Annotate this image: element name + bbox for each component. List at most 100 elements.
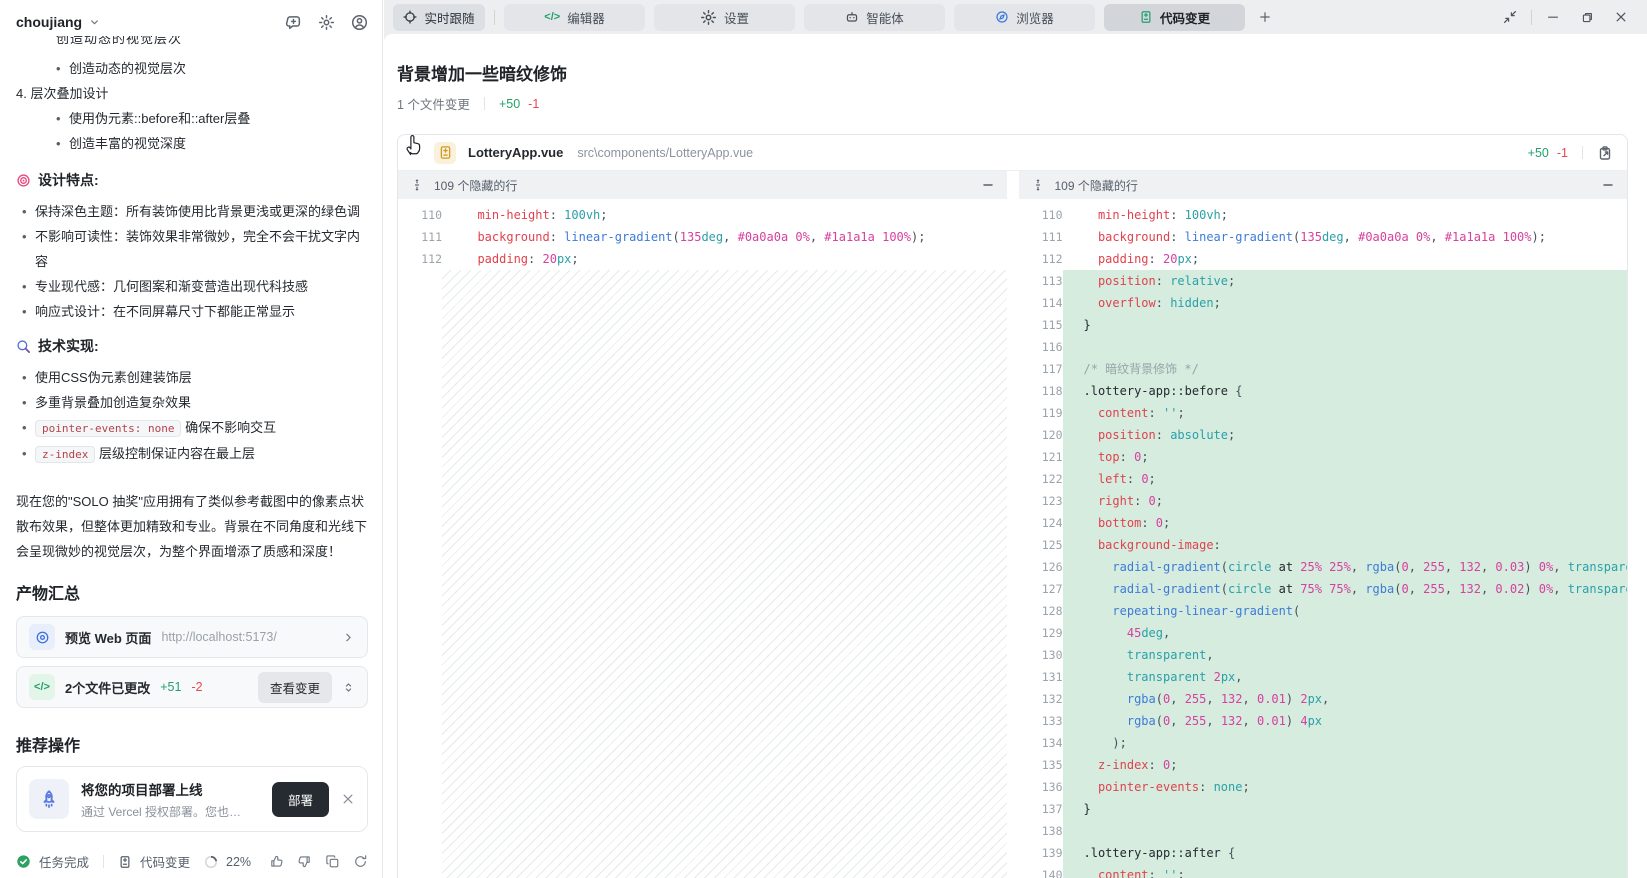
chevron-down-icon[interactable] <box>88 16 101 29</box>
design-bullet: •保持深色主题：所有装饰使用比背景更浅或更深的绿色调 <box>16 199 368 224</box>
code-changes-label[interactable]: 代码变更 <box>140 852 190 871</box>
thumbs-down-icon[interactable] <box>297 854 312 869</box>
outline-item: •创造丰富的视觉深度 <box>16 131 368 156</box>
code-line-123: 123 right: 0; <box>1019 490 1628 512</box>
clipboard-icon[interactable] <box>1597 145 1613 161</box>
files-changed-label: 2个文件已更改 <box>65 678 150 697</box>
gear-icon <box>700 9 717 26</box>
crosshair-icon <box>403 10 417 24</box>
view-changes-button[interactable]: 查看变更 <box>258 672 332 703</box>
code-line-121: 121 top: 0; <box>1019 446 1628 468</box>
line-number: 125 <box>1019 534 1063 556</box>
code-line-120: 120 position: absolute; <box>1019 424 1628 446</box>
deletions-count: -2 <box>191 680 202 694</box>
inline-code: z-index <box>35 446 95 463</box>
rocket-icon <box>29 779 69 819</box>
thumbs-up-icon[interactable] <box>269 854 284 869</box>
additions-count: +51 <box>160 680 181 694</box>
line-number: 111 <box>1019 226 1063 248</box>
collapse-panel-icon[interactable] <box>981 178 995 192</box>
dismiss-deploy-icon[interactable] <box>341 792 355 806</box>
line-number: 139 <box>1019 842 1063 864</box>
code-line-112: 112 padding: 20px; <box>398 248 1007 270</box>
line-number: 137 <box>1019 798 1063 820</box>
tab-编辑器[interactable]: </>编辑器 <box>504 4 645 31</box>
file-diff-card: LotteryApp.vue src\components/LotteryApp… <box>397 134 1628 878</box>
retry-icon[interactable] <box>353 854 368 869</box>
project-title[interactable]: choujiang <box>16 14 82 30</box>
tab-实时跟随[interactable]: 实时跟随 <box>393 4 485 31</box>
line-number: 138 <box>1019 820 1063 842</box>
line-number: 135 <box>1019 754 1063 776</box>
expand-hidden-lines-icon[interactable] <box>1031 178 1045 192</box>
expand-collapse-icon[interactable] <box>342 681 355 694</box>
code-line-132: 132 rgba(0, 255, 132, 0.01) 2px, <box>1019 688 1628 710</box>
code-line-113: 113 position: relative; <box>1019 270 1628 292</box>
tab-设置[interactable]: 设置 <box>654 4 795 31</box>
line-number: 129 <box>1019 622 1063 644</box>
design-bullet: •响应式设计：在不同屏幕尺寸下都能正常显示 <box>16 299 368 324</box>
line-number: 117 <box>1019 358 1063 380</box>
progress-ring-icon <box>204 855 218 869</box>
outline-item: 4. 层次叠加设计 <box>16 81 368 106</box>
line-number: 133 <box>1019 710 1063 732</box>
code-line-138: 138 <box>1019 820 1628 842</box>
preview-web-card[interactable]: 预览 Web 页面 http://localhost:5173/ <box>16 616 368 658</box>
line-number: 140 <box>1019 864 1063 878</box>
code-line-140: 140 content: ''; <box>1019 864 1628 878</box>
code-line-119: 119 content: ''; <box>1019 402 1628 424</box>
deploy-card[interactable]: 将您的项目部署上线 通过 Vercel 授权部署。您也可以在对话中... 部署 <box>16 766 368 832</box>
design-bullet: •不影响可读性：装饰效果非常微妙，完全不会干扰文字内容 <box>16 224 368 274</box>
account-icon[interactable] <box>351 14 368 31</box>
tab-代码变更[interactable]: 代码变更 <box>1104 4 1245 31</box>
tab-浏览器[interactable]: 浏览器 <box>954 4 1095 31</box>
tech-bullet: •使用CSS伪元素创建装饰层 <box>16 365 368 390</box>
code-line-131: 131 transparent 2px, <box>1019 666 1628 688</box>
line-number: 131 <box>1019 666 1063 688</box>
code-changes-view: 背景增加一些暗纹修饰 1 个文件变更 +50 -1 LotteryApp.vue… <box>384 34 1647 878</box>
file-name: LotteryApp.vue <box>468 145 563 160</box>
files-changed-card[interactable]: </> 2个文件已更改 +51 -2 查看变更 <box>16 666 368 708</box>
clipped-list-item: 创造动态的视觉层次 <box>56 36 368 48</box>
diff-panel-old: 109 个隐藏的行 110 min-height: 100vh;111 back… <box>398 171 1007 878</box>
line-number: 120 <box>1019 424 1063 446</box>
collapse-file-chevron-icon[interactable] <box>406 146 426 159</box>
target-icon <box>16 173 31 188</box>
line-number: 121 <box>1019 446 1063 468</box>
code-line-122: 122 left: 0; <box>1019 468 1628 490</box>
new-chat-icon[interactable] <box>285 14 302 31</box>
line-number: 130 <box>1019 644 1063 666</box>
tab-智能体[interactable]: 智能体 <box>804 4 945 31</box>
tech-section-heading: 技术实现: <box>16 334 368 359</box>
closing-paragraph: 现在您的"SOLO 抽奖"应用拥有了类似参考截图中的像素点状散布效果，但整体更加… <box>0 489 382 564</box>
deploy-button[interactable]: 部署 <box>272 782 329 817</box>
file-deletions: -1 <box>1557 146 1568 160</box>
close-icon[interactable] <box>1604 10 1638 24</box>
new-tab-icon[interactable] <box>1258 10 1272 24</box>
expand-hidden-lines-icon[interactable] <box>410 178 424 192</box>
code-line-114: 114 overflow: hidden; <box>1019 292 1628 314</box>
code-line-139: 139.lottery-app::after { <box>1019 842 1628 864</box>
line-number: 116 <box>1019 336 1063 358</box>
hidden-lines-label: 109 个隐藏的行 <box>1055 177 1138 194</box>
minimize-icon[interactable] <box>1536 10 1570 24</box>
message-outline: •创造动态的视觉层次4. 层次叠加设计•使用伪元素::before和::afte… <box>0 56 382 156</box>
file-additions: +50 <box>1528 146 1549 160</box>
code-line-110: 110 min-height: 100vh; <box>1019 204 1628 226</box>
file-diff-header[interactable]: LotteryApp.vue src\components/LotteryApp… <box>398 135 1627 171</box>
code-line-124: 124 bottom: 0; <box>1019 512 1628 534</box>
code-line-111: 111 background: linear-gradient(135deg, … <box>398 226 1007 248</box>
collapse-window-icon[interactable] <box>1493 10 1527 24</box>
task-done-label: 任务完成 <box>39 852 89 871</box>
collapse-panel-icon[interactable] <box>1601 178 1615 192</box>
files-changed-meta: 1 个文件变更 <box>397 94 470 113</box>
line-number: 122 <box>1019 468 1063 490</box>
restore-icon[interactable] <box>1570 11 1604 24</box>
design-section-heading: 设计特点: <box>16 168 368 193</box>
line-number: 112 <box>398 248 442 270</box>
copy-icon[interactable] <box>325 854 340 869</box>
gear-icon[interactable] <box>318 14 335 31</box>
inline-code: pointer-events: none <box>35 420 181 437</box>
line-number: 127 <box>1019 578 1063 600</box>
task-status-row: 任务完成 代码变更 22% <box>16 852 368 871</box>
